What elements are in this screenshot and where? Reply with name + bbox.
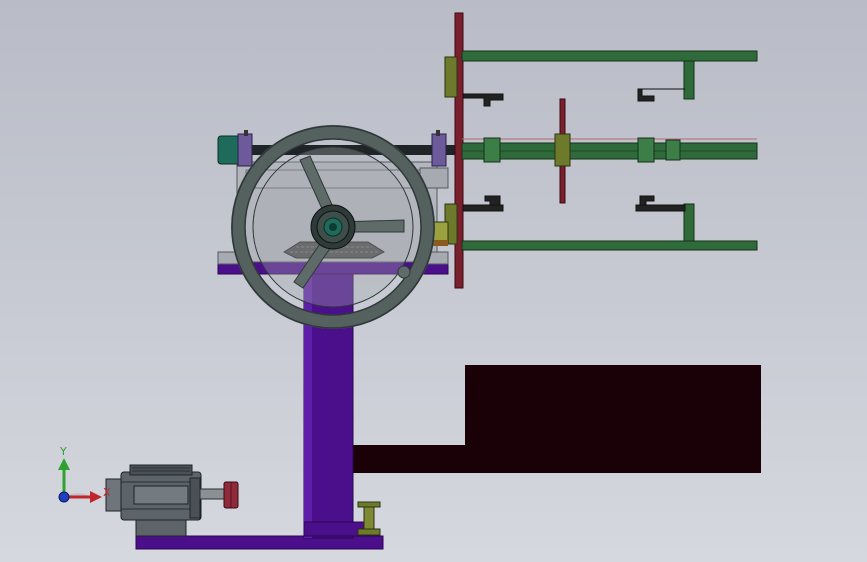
- coordinate-triad: Y X: [58, 445, 111, 503]
- green-arm-bottom: [461, 203, 758, 251]
- assembly-drawing: Y X: [58, 12, 761, 550]
- electric-motor: [105, 464, 239, 537]
- triad-x-label: X: [103, 486, 111, 499]
- green-arm-top: [461, 50, 758, 100]
- base-spool: [357, 501, 381, 536]
- dark-base-block: [352, 365, 761, 473]
- green-arm-middle: [461, 137, 758, 163]
- handwheel[interactable]: [231, 125, 435, 329]
- cad-viewport[interactable]: Y X: [0, 0, 867, 562]
- triad-y-label: Y: [59, 445, 67, 458]
- cross-rod: [554, 98, 571, 204]
